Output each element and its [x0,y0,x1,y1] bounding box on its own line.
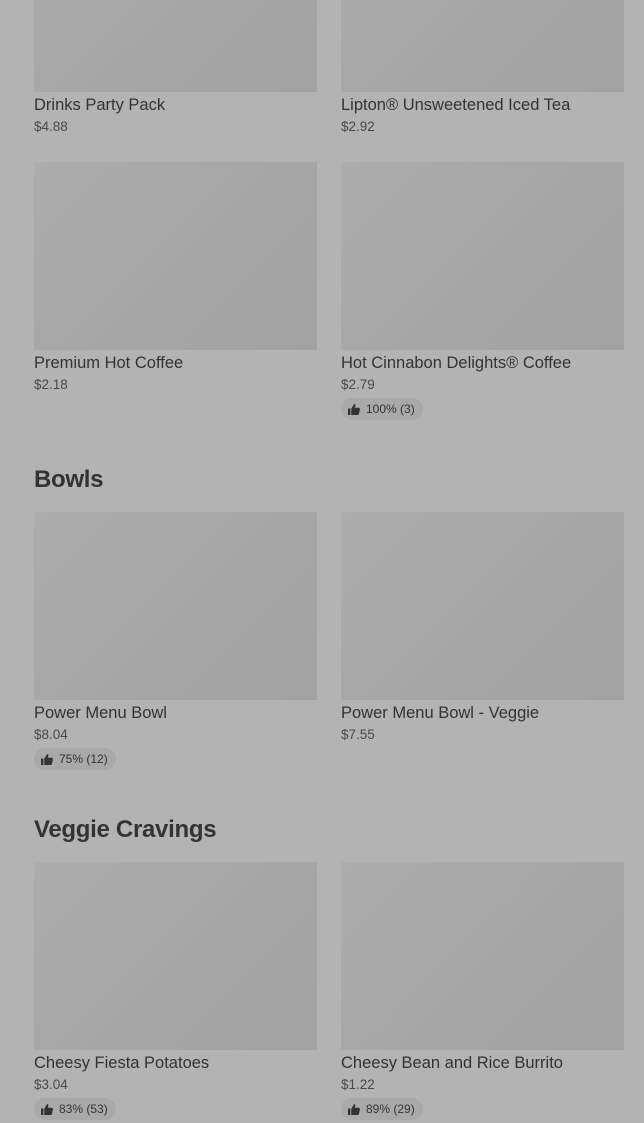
menu-item-card[interactable]: Drinks Party Pack $4.88 [34,0,317,135]
menu-item-price: $3.04 [34,1077,68,1092]
menu-item-name: Power Menu Bowl [34,704,167,722]
menu-item-image [34,162,317,350]
rating-text: 75% (12) [59,752,108,766]
menu-item-card[interactable]: Premium Hot Coffee $2.18 [34,162,317,393]
menu-item-price: $4.88 [34,119,68,134]
rating-text: 100% (3) [366,402,415,416]
rating-text: 89% (29) [366,1102,415,1116]
menu-item-name: Premium Hot Coffee [34,354,184,372]
menu-item-card[interactable]: Power Menu Bowl - Veggie $7.55 [341,512,624,743]
thumbs-up-icon [348,1103,360,1115]
menu-item-name: Hot Cinnabon Delights® Coffee [341,354,572,372]
menu-item-image [34,0,317,92]
menu-item-image [341,0,624,92]
menu-item-card[interactable]: Hot Cinnabon Delights® Coffee $2.79 100%… [341,162,624,420]
menu-item-name: Power Menu Bowl - Veggie [341,704,540,722]
rating-badge: 89% (29) [341,1098,423,1120]
menu-item-card[interactable]: Cheesy Fiesta Potatoes $3.04 83% (53) [34,862,317,1120]
menu-item-image [341,512,624,700]
menu-item-price: $2.92 [341,119,375,134]
menu-item-card[interactable]: Power Menu Bowl $8.04 75% (12) [34,512,317,770]
thumbs-up-icon [41,1103,53,1115]
menu-page: Drinks Party Pack $4.88 Lipton® Unsweete… [0,0,644,1123]
menu-item-image [341,862,624,1050]
thumbs-up-icon [348,403,360,415]
section-title-bowls: Bowls [34,466,104,493]
menu-item-price: $2.18 [34,377,68,392]
menu-item-price: $7.55 [341,727,375,742]
thumbs-up-icon [41,753,53,765]
menu-item-price: $2.79 [341,377,375,392]
menu-item-card[interactable]: Cheesy Bean and Rice Burrito $1.22 89% (… [341,862,624,1120]
menu-item-image [341,162,624,350]
menu-item-price: $1.22 [341,1077,375,1092]
menu-item-card[interactable]: Lipton® Unsweetened Iced Tea $2.92 [341,0,624,135]
menu-item-image [34,512,317,700]
menu-item-name: Cheesy Fiesta Potatoes [34,1054,210,1072]
menu-item-price: $8.04 [34,727,68,742]
rating-badge: 100% (3) [341,398,423,420]
rating-badge: 83% (53) [34,1098,116,1120]
menu-item-name: Cheesy Bean and Rice Burrito [341,1054,563,1072]
menu-item-name: Lipton® Unsweetened Iced Tea [341,96,571,114]
section-title-veggie-cravings: Veggie Cravings [34,816,217,843]
menu-item-image [34,862,317,1050]
menu-item-name: Drinks Party Pack [34,96,166,114]
rating-text: 83% (53) [59,1102,108,1116]
rating-badge: 75% (12) [34,748,116,770]
